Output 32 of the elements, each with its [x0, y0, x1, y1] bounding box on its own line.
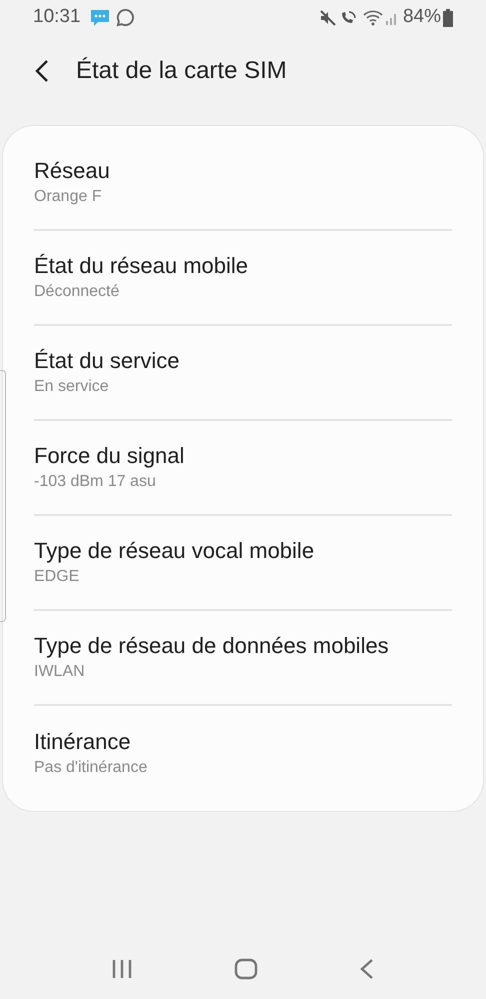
status-time: 10:31	[33, 5, 81, 30]
settings-item[interactable]: Type de réseau vocal mobile EDGE	[34, 516, 452, 611]
page-title: État de la carte SIM	[76, 56, 287, 86]
mute-icon	[320, 10, 336, 26]
settings-item[interactable]: Type de réseau de données mobiles IWLAN	[34, 611, 452, 706]
home-button[interactable]	[234, 957, 258, 981]
item-value: -103 dBm 17 asu	[34, 472, 157, 492]
settings-item[interactable]: État du service En service	[34, 326, 452, 421]
item-value: Orange F	[34, 187, 103, 207]
chat-icon	[116, 8, 135, 27]
recent-apps-button[interactable]	[110, 958, 133, 980]
settings-item[interactable]: Force du signal -103 dBm 17 asu	[34, 421, 452, 516]
item-value: Pas d'itinérance	[34, 758, 148, 778]
battery-icon	[443, 8, 453, 26]
item-title: Force du signal	[34, 442, 186, 470]
item-value: Déconnecté	[34, 282, 120, 302]
settings-item[interactable]: État du réseau mobile Déconnecté	[34, 231, 452, 326]
message-icon	[90, 8, 110, 28]
item-value: IWLAN	[34, 662, 86, 682]
settings-item[interactable]: Itinérance Pas d'itinérance	[34, 706, 452, 801]
item-value: En service	[34, 377, 110, 397]
back-nav-button[interactable]	[359, 958, 376, 980]
item-title: Type de réseau vocal mobile	[34, 537, 316, 565]
battery-percent: 84%	[402, 5, 441, 30]
item-value: EDGE	[34, 567, 80, 587]
wifi-icon	[362, 10, 383, 26]
item-title: État du service	[34, 347, 181, 375]
item-title: Réseau	[34, 157, 111, 185]
item-title: Itinérance	[34, 728, 132, 756]
item-title: Type de réseau de données mobiles	[34, 632, 390, 660]
item-title: État du réseau mobile	[34, 252, 250, 280]
settings-item[interactable]: Réseau Orange F	[34, 136, 452, 231]
